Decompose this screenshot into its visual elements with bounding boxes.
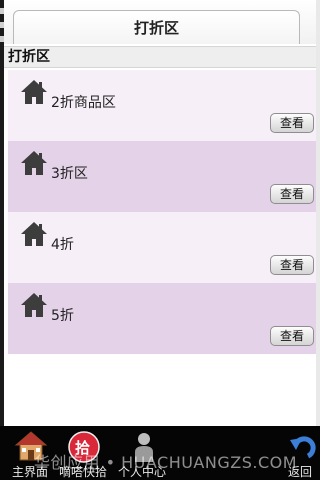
- house-icon: [21, 80, 47, 104]
- section-title: 打折区: [4, 46, 316, 68]
- app-screen: 打折区 打折区 2折商品区 查看 3折区 查看 4折 查看 5折 查看 主界面 …: [0, 0, 320, 480]
- view-button[interactable]: 查看: [270, 255, 314, 275]
- discount-list: 2折商品区 查看 3折区 查看 4折 查看 5折 查看: [8, 70, 316, 354]
- right-edge-rail: [316, 0, 320, 426]
- list-item-label: 4折: [51, 237, 74, 253]
- house-icon: [21, 293, 47, 317]
- house-icon: [21, 151, 47, 175]
- view-button[interactable]: 查看: [270, 326, 314, 346]
- view-button[interactable]: 查看: [270, 113, 314, 133]
- list-item-label: 2折商品区: [51, 95, 116, 111]
- bottom-tab-bar: 主界面 拾 嘀嗒快拾 个人中心 返回 华创应用 • HUACHUANGZS.CO…: [0, 426, 320, 480]
- watermark: 华创应用 • HUACHUANGZS.COM: [34, 453, 298, 472]
- list-item[interactable]: 3折区 查看: [8, 141, 316, 212]
- house-icon: [21, 222, 47, 246]
- list-item[interactable]: 5折 查看: [8, 283, 316, 354]
- top-header: 打折区: [4, 0, 316, 44]
- list-item-label: 3折区: [51, 166, 88, 182]
- list-item[interactable]: 4折 查看: [8, 212, 316, 283]
- view-button[interactable]: 查看: [270, 184, 314, 204]
- page-title: 打折区: [13, 10, 300, 44]
- list-item[interactable]: 2折商品区 查看: [8, 70, 316, 141]
- list-item-label: 5折: [51, 308, 74, 324]
